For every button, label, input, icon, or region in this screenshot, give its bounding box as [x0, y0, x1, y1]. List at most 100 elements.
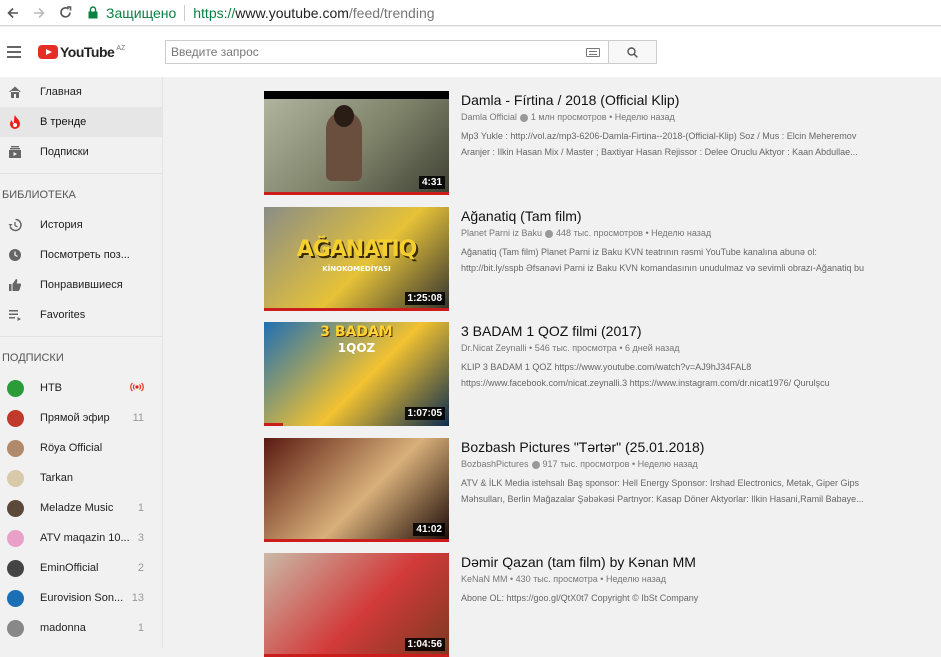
video-thumbnail[interactable]: 1:04:56 [264, 553, 449, 657]
new-video-count: 3 [137, 532, 144, 544]
description-line: Mp3 Yukle : http://vol.az/mp3-6206-Damla… [461, 131, 857, 141]
description-line: https://www.facebook.com/nicat.zeynalli.… [461, 378, 830, 388]
url-scheme: https:// [193, 4, 236, 21]
channel-name[interactable]: BozbashPictures [461, 459, 529, 469]
avatar [6, 379, 24, 397]
channel-name[interactable]: Dr.Nicat Zeynalli [461, 343, 527, 353]
video-duration: 4:31 [418, 176, 445, 189]
channel-name[interactable]: Damla Official [461, 112, 517, 122]
youtube-logo[interactable]: YouTube AZ [38, 44, 125, 60]
sidebar-item-library-0[interactable]: История [0, 210, 162, 240]
subscription-label: Прямой эфир [40, 412, 110, 424]
sidebar-item-main-0[interactable]: Главная [0, 77, 162, 107]
sidebar: Главная В тренде Подписки БИБЛИОТЕКА Истор… [0, 77, 163, 648]
video-thumbnail[interactable]: 3 BADAM 1QOZ 1:07:05 [264, 322, 449, 426]
watch-progress-bar [264, 423, 283, 426]
verified-icon [519, 113, 528, 122]
subscription-item[interactable]: НТВ [0, 373, 162, 403]
subscription-label: НТВ [40, 382, 62, 394]
video-item[interactable]: 1:04:56 Dəmir Qazan (tam film) by Kənan M… [264, 553, 911, 657]
subscription-item[interactable]: Röya Official [0, 433, 162, 463]
sidebar-item-main-2[interactable]: Подписки [0, 137, 162, 167]
subscription-label: Röya Official [40, 442, 103, 454]
sidebar-item-label: История [40, 219, 83, 231]
video-item[interactable]: 41:02 Bozbash Pictures "Tərtər" (25.01.20… [264, 438, 911, 542]
subscription-item[interactable]: Meladze Music 1 [0, 493, 162, 523]
video-title[interactable]: 3 BADAM 1 QOZ filmi (2017) [461, 322, 911, 340]
thumbnail-subtitle: KİNOKOMEDİYASI [322, 265, 391, 273]
sidebar-item-main-1[interactable]: В тренде [0, 107, 162, 137]
back-icon[interactable] [0, 0, 26, 26]
subscription-item[interactable]: ATV maqazin 10... 3 [0, 523, 162, 553]
history-icon [0, 218, 40, 232]
subscription-item[interactable]: madonna 1 [0, 613, 162, 643]
view-count: 1 млн просмотров [530, 112, 607, 122]
video-description: ATV & İLK Media istehsalı Baş sponsor: H… [461, 475, 906, 507]
video-duration: 1:04:56 [404, 638, 445, 651]
video-title[interactable]: Bozbash Pictures "Tərtər" (25.01.2018) [461, 438, 911, 456]
upload-age: Неделю назад [637, 459, 698, 469]
avatar [6, 559, 24, 577]
video-info: 3 BADAM 1 QOZ filmi (2017) Dr.Nicat Zeyna… [461, 322, 911, 426]
video-title[interactable]: Dəmir Qazan (tam film) by Kənan MM [461, 553, 911, 571]
video-meta: BozbashPictures 917 тыс. просмотров • Нед… [461, 459, 698, 469]
thumbnail-subtitle: 1QOZ [337, 341, 376, 355]
video-duration: 1:07:05 [404, 407, 445, 420]
sidebar-item-label: Главная [40, 86, 82, 98]
thumbnail-title: AĞANATIQ [296, 237, 418, 262]
channel-avatar [0, 469, 40, 487]
new-video-count: 2 [137, 562, 144, 574]
video-title[interactable]: Damla - Fírtina / 2018 (Official Klip) [461, 91, 911, 109]
search-button[interactable] [609, 40, 657, 64]
search-icon [627, 46, 638, 58]
subscription-item[interactable]: Прямой эфир 11 [0, 403, 162, 433]
verified-icon [545, 229, 554, 238]
sidebar-item-library-3[interactable]: Favorites [0, 300, 162, 330]
youtube-header: YouTube AZ Введите запрос [0, 27, 941, 77]
sidebar-divider [0, 336, 162, 337]
subscription-item[interactable]: EminOfficial 2 [0, 553, 162, 583]
channel-avatar [0, 559, 40, 577]
subscription-item[interactable]: Eurovision Son... 13 [0, 583, 162, 613]
video-item[interactable]: AĞANATIQ KİNOKOMEDİYASI 1:25:08 Ağanatiq (T… [264, 207, 911, 311]
keyboard-icon[interactable] [586, 47, 600, 57]
avatar [6, 439, 24, 457]
subscription-item[interactable]: Tarkan [0, 463, 162, 493]
channel-name[interactable]: KeNaN MM [461, 574, 508, 584]
video-description: KLIP 3 BADAM 1 QOZ https://www.youtube.c… [461, 359, 906, 391]
video-duration: 41:02 [413, 523, 445, 536]
description-line: ATV & İLK Media istehsalı Baş sponsor: H… [461, 478, 860, 488]
sidebar-item-library-1[interactable]: Посмотреть поз... [0, 240, 162, 270]
video-meta: Damla Official 1 млн просмотров • Неделю … [461, 112, 675, 122]
sidebar-library: История Посмотреть поз... Понравившиеся Fav… [0, 210, 162, 330]
sidebar-item-library-2[interactable]: Понравившиеся [0, 270, 162, 300]
address-bar[interactable]: Защищено https://www.youtube.com/feed/tr… [80, 2, 435, 24]
logo-country: AZ [116, 44, 126, 52]
video-title[interactable]: Ağanatiq (Tam film) [461, 207, 911, 225]
video-meta: Planet Parni iz Baku 448 тыс. просмотров … [461, 228, 712, 238]
search-input[interactable]: Введите запрос [165, 40, 609, 64]
new-video-count: 1 [137, 502, 144, 514]
video-thumbnail[interactable]: AĞANATIQ KİNOKOMEDİYASI 1:25:08 [264, 207, 449, 311]
description-line: Abone OL: https://goo.gl/QtX0t7 Copyrigh… [461, 593, 699, 603]
avatar [6, 409, 24, 427]
upload-age: Неделю назад [614, 112, 675, 122]
library-heading: БИБЛИОТЕКА [2, 189, 76, 201]
channel-avatar [0, 589, 40, 607]
video-thumbnail[interactable]: 41:02 [264, 438, 449, 542]
view-count: 430 тыс. просмотра [515, 574, 598, 584]
video-info: Damla - Fírtina / 2018 (Official Klip) Da… [461, 91, 911, 195]
home-icon [0, 85, 40, 99]
sidebar-item-label: Favorites [40, 309, 86, 321]
channel-avatar [0, 499, 40, 517]
reload-icon[interactable] [52, 0, 78, 26]
video-item[interactable]: 4:31 Damla - Fírtina / 2018 (Official Kli… [264, 91, 911, 195]
forward-icon[interactable] [26, 0, 52, 26]
menu-icon[interactable] [2, 38, 30, 66]
channel-avatar [0, 529, 40, 547]
video-thumbnail[interactable]: 4:31 [264, 91, 449, 195]
sidebar-item-label: Посмотреть поз... [40, 249, 130, 261]
video-item[interactable]: 3 BADAM 1QOZ 1:07:05 3 BADAM 1 QOZ filmi (2… [264, 322, 911, 426]
upload-age: Неделю назад [605, 574, 666, 584]
channel-name[interactable]: Planet Parni iz Baku [461, 228, 542, 238]
